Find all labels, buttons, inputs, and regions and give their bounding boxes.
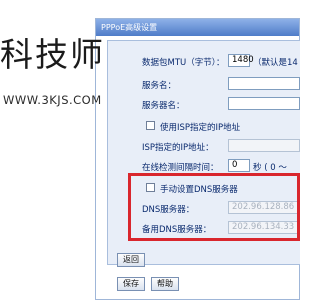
help-button[interactable]: 帮助 (151, 277, 179, 291)
watermark-title: 科技师 (0, 35, 105, 74)
isp-ip-label: ISP指定的IP地址： (142, 143, 214, 153)
server-name-input[interactable] (228, 97, 300, 110)
save-button[interactable]: 保存 (117, 277, 145, 291)
mtu-hint: （默认是14 (253, 58, 298, 68)
service-name-input[interactable] (228, 77, 300, 90)
echo-interval-input[interactable]: 0 (228, 159, 250, 172)
echo-interval-hint: 秒 ( 0 ～ (253, 163, 287, 173)
use-isp-ip-label: 使用ISP指定的IP地址 (160, 123, 241, 133)
window-title: PPPoE高级设置 (96, 19, 299, 36)
echo-interval-label: 在线检测间隔时间： (142, 163, 219, 173)
back-button[interactable]: 返回 (117, 253, 145, 267)
mtu-input[interactable]: 1480 (228, 54, 254, 67)
mtu-label: 数据包MTU（字节）： (142, 58, 225, 68)
service-name-label: 服务名： (142, 81, 177, 91)
use-isp-ip-checkbox[interactable] (146, 121, 155, 130)
server-name-label: 服务器名： (142, 101, 185, 111)
isp-ip-input[interactable] (228, 139, 300, 152)
watermark-url: WWW.3KJS.COM (3, 93, 102, 107)
dns-highlight-box (128, 173, 300, 241)
